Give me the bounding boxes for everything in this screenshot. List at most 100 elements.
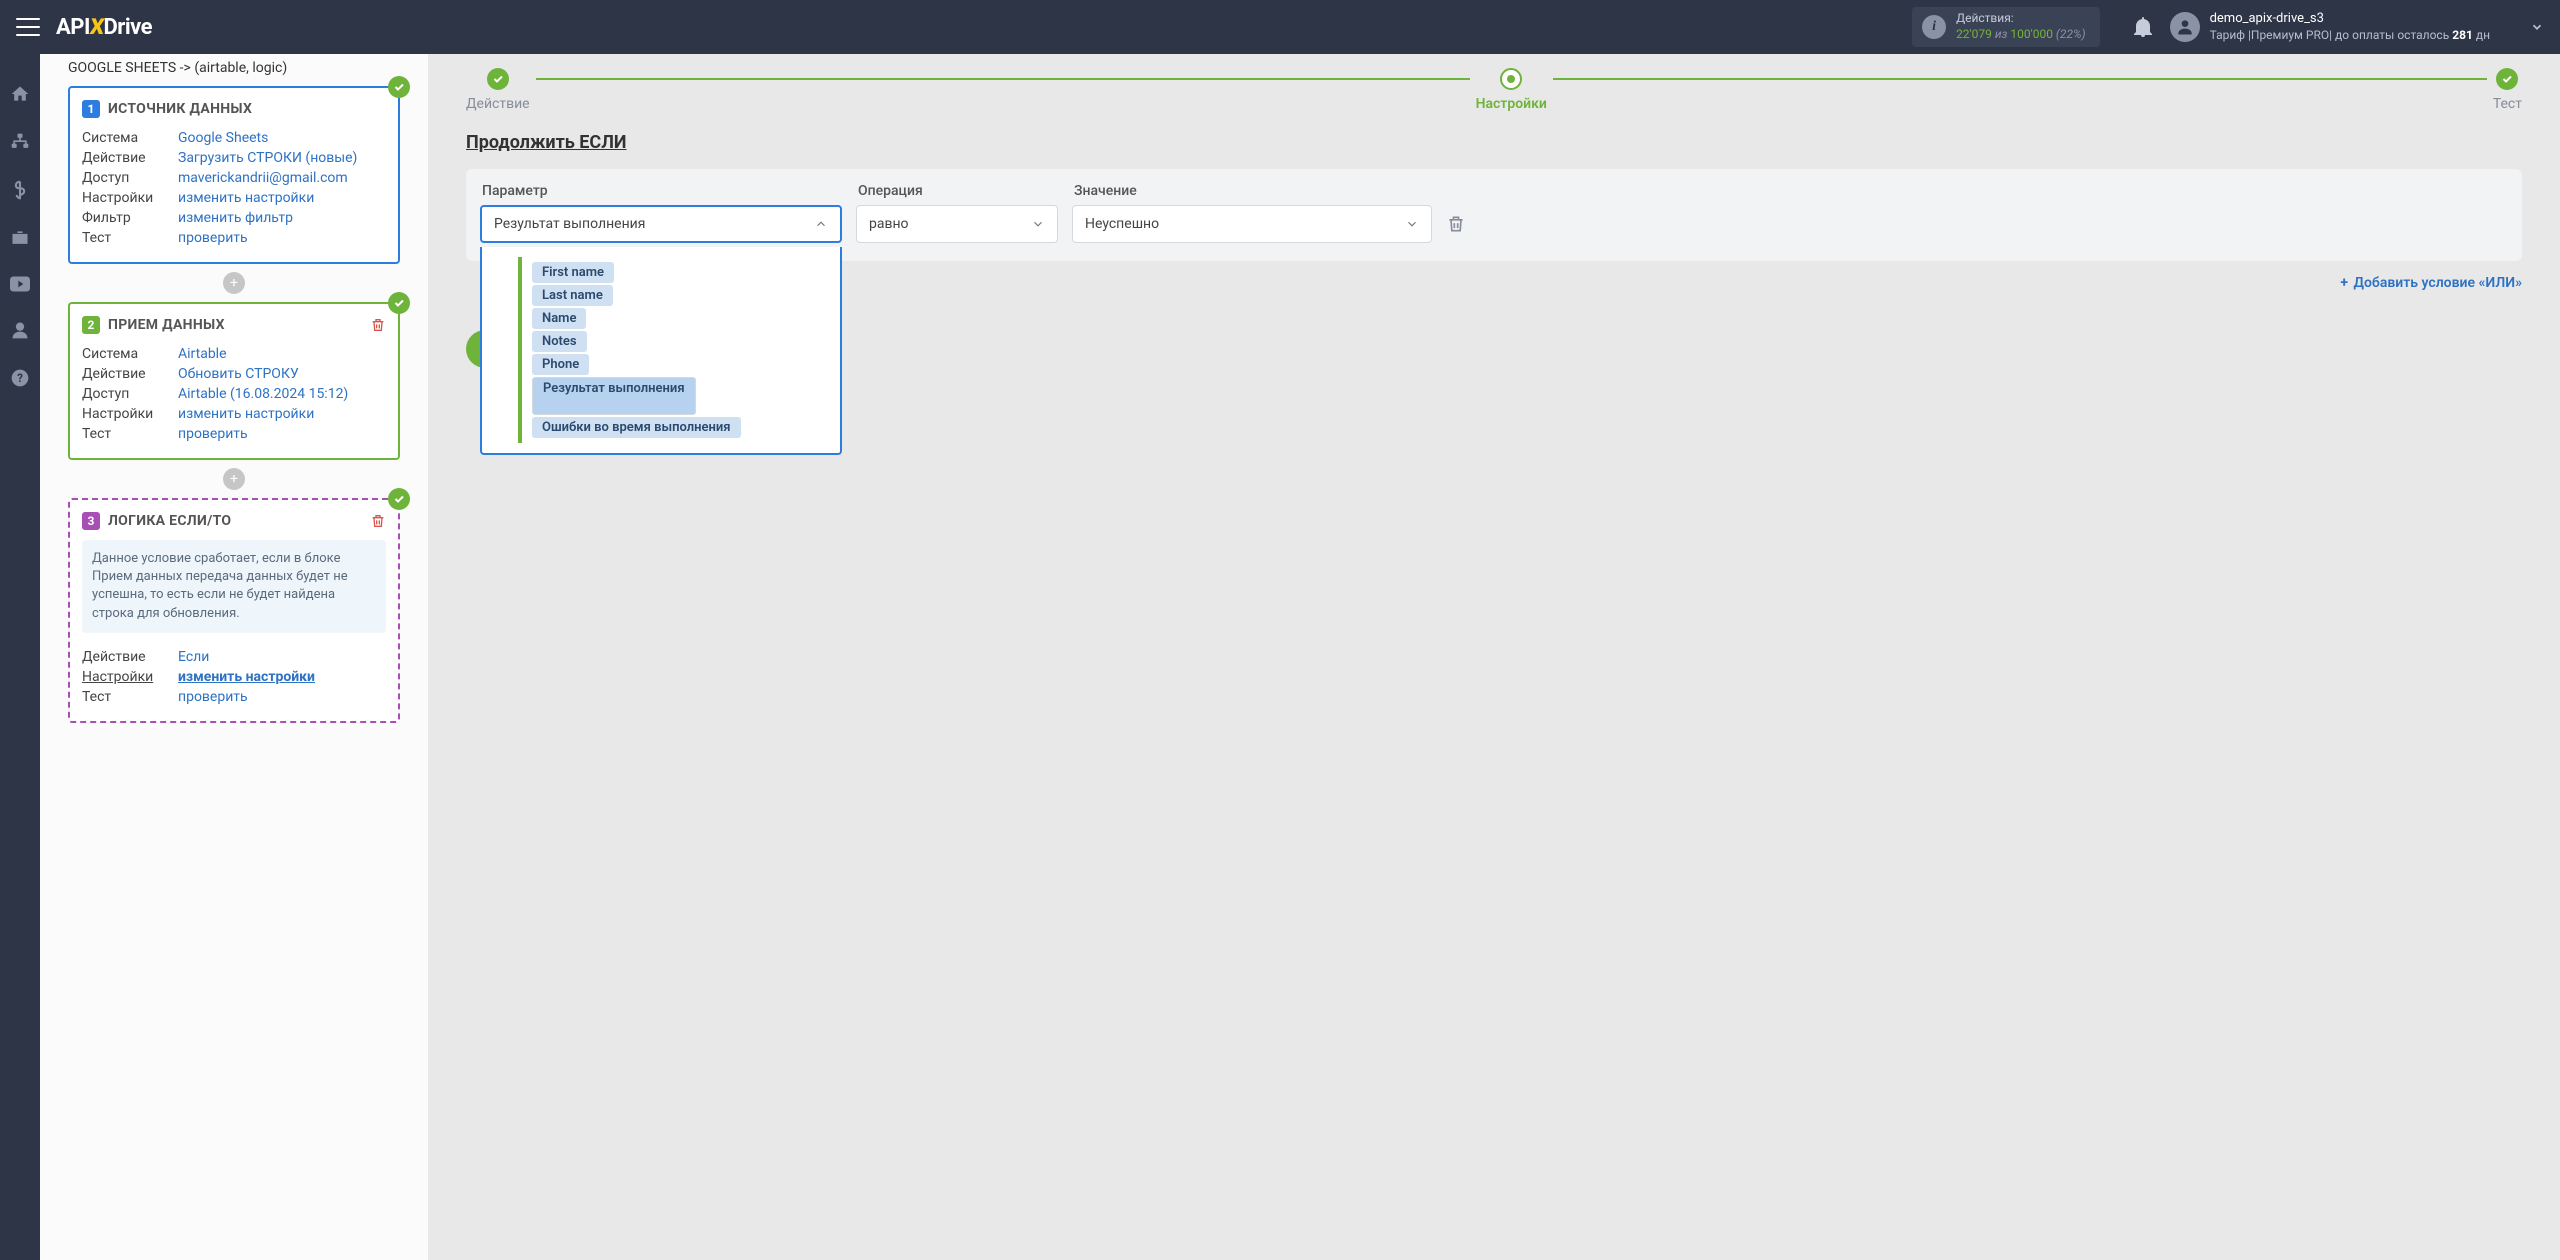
actions-quota[interactable]: i Действия: 22'079 из 100'000 (22%) xyxy=(1912,7,2100,46)
dropdown-option[interactable]: Phone xyxy=(532,354,589,375)
notifications-icon[interactable] xyxy=(2134,17,2152,37)
chevron-down-icon xyxy=(1031,217,1045,231)
tariff-line: Тариф |Премиум PRO| до оплаты осталось 2… xyxy=(2210,28,2490,44)
value-select[interactable]: Неуспешно xyxy=(1072,205,1432,243)
row-value[interactable]: проверить xyxy=(178,230,248,246)
block-row: СистемаGoogle Sheets xyxy=(82,128,386,148)
row-value[interactable]: изменить настройки xyxy=(178,190,314,206)
param-dropdown: First nameLast nameNameNotesPhoneРезульт… xyxy=(480,247,842,455)
avatar[interactable] xyxy=(2170,12,2200,42)
menu-toggle[interactable] xyxy=(16,18,40,36)
actions-values: 22'079 из 100'000 (22%) xyxy=(1956,27,2086,43)
operation-select[interactable]: равно xyxy=(856,205,1058,243)
value-label: Значение xyxy=(1072,183,1432,199)
dropdown-option[interactable]: Last name xyxy=(532,285,613,306)
block-title: ПРИЕМ ДАННЫХ xyxy=(108,317,225,333)
operation-group: Операция равно xyxy=(856,183,1058,243)
logo[interactable]: APIXDrive xyxy=(56,15,152,40)
row-value[interactable]: проверить xyxy=(178,426,248,442)
param-select[interactable]: Результат выполнения First nameLast name… xyxy=(480,205,842,243)
scenario-title: GOOGLE SHEETS -> (airtable, logic) xyxy=(68,54,400,86)
dropdown-option[interactable]: Name xyxy=(532,308,586,329)
block-row: Настройки изменить настройки xyxy=(82,667,386,687)
row-value[interactable]: Обновить СТРОКУ xyxy=(178,366,299,382)
dropdown-option[interactable]: First name xyxy=(532,262,614,283)
row-value[interactable]: Если xyxy=(178,649,209,665)
row-key: Тест xyxy=(82,426,168,442)
dropdown-option[interactable]: Notes xyxy=(532,331,587,352)
trash-icon[interactable] xyxy=(370,513,386,529)
block-title: ЛОГИКА ЕСЛИ/ТО xyxy=(108,513,231,529)
trash-icon[interactable] xyxy=(370,317,386,333)
param-label: Параметр xyxy=(480,183,842,199)
block-row: ДействиеЗагрузить СТРОКИ (новые) xyxy=(82,148,386,168)
stepper: Действие Настройки Тест xyxy=(428,54,2560,132)
block-row: ДействиеЕсли xyxy=(82,647,386,667)
param-value: Результат выполнения xyxy=(494,216,645,232)
row-key: Настройки xyxy=(82,190,168,206)
row-key: Доступ xyxy=(82,170,168,186)
row-key: Доступ xyxy=(82,386,168,402)
topbar: APIXDrive i Действия: 22'079 из 100'000 … xyxy=(0,0,2560,54)
current-step-icon xyxy=(1500,68,1522,90)
help-icon[interactable]: ? xyxy=(10,368,30,388)
block-row: Тестпроверить xyxy=(82,687,386,707)
row-key: Настройки xyxy=(82,669,168,685)
chevron-down-icon[interactable] xyxy=(2530,20,2544,34)
plus-icon: + xyxy=(2340,275,2348,291)
check-icon xyxy=(487,68,509,90)
row-value[interactable]: Google Sheets xyxy=(178,130,268,146)
check-icon xyxy=(388,488,410,510)
row-value[interactable]: проверить xyxy=(178,689,248,705)
home-icon[interactable] xyxy=(10,84,30,104)
billing-icon[interactable] xyxy=(10,180,30,200)
briefcase-icon[interactable] xyxy=(10,228,30,248)
block-logic[interactable]: 3 ЛОГИКА ЕСЛИ/ТО Данное условие сработае… xyxy=(68,498,400,723)
operation-label: Операция xyxy=(856,183,1058,199)
block-num: 3 xyxy=(82,512,100,530)
trash-icon[interactable] xyxy=(1446,213,1466,235)
step-settings[interactable]: Настройки xyxy=(1476,68,1547,112)
param-group: Параметр Результат выполнения First name… xyxy=(480,183,842,243)
block-row: Действие Обновить СТРОКУ xyxy=(82,364,386,384)
row-value[interactable]: maverickandrii@gmail.com xyxy=(178,170,348,186)
video-icon[interactable] xyxy=(10,276,30,292)
row-value[interactable]: Загрузить СТРОКИ (новые) xyxy=(178,150,357,166)
chevron-down-icon xyxy=(1405,217,1419,231)
row-value[interactable]: изменить настройки xyxy=(178,406,314,422)
step-test[interactable]: Тест xyxy=(2493,68,2522,112)
dropdown-option[interactable]: Результат выполнения xyxy=(532,377,696,415)
check-icon xyxy=(2496,68,2518,90)
row-value[interactable]: Airtable xyxy=(178,346,227,362)
block-title: ИСТОЧНИК ДАННЫХ xyxy=(108,101,252,117)
connections-icon[interactable] xyxy=(10,132,30,152)
left-panel: GOOGLE SHEETS -> (airtable, logic) 1 ИСТ… xyxy=(40,54,428,1260)
row-value[interactable]: Airtable (16.08.2024 15:12) xyxy=(178,386,348,402)
user-block[interactable]: demo_apix-drive_s3 Тариф |Премиум PRO| д… xyxy=(2210,11,2490,43)
step-action[interactable]: Действие xyxy=(466,68,530,112)
block-row: Доступ maverickandrii@gmail.com xyxy=(82,168,386,188)
actions-label: Действия: xyxy=(1956,11,2086,27)
right-panel: Действие Настройки Тест Продолжить ЕСЛИ … xyxy=(428,54,2560,1260)
condition-block: Параметр Результат выполнения First name… xyxy=(466,169,2522,261)
info-icon: i xyxy=(1922,15,1946,39)
add-block-button[interactable]: + xyxy=(223,468,245,490)
block-row: СистемаAirtable xyxy=(82,344,386,364)
row-key: Фильтр xyxy=(82,210,168,226)
row-key: Настройки xyxy=(82,406,168,422)
row-value[interactable]: изменить настройки xyxy=(178,669,315,685)
block-num: 1 xyxy=(82,100,100,118)
row-key: Действие xyxy=(82,366,168,382)
check-icon xyxy=(388,292,410,314)
user-icon[interactable] xyxy=(10,320,30,340)
block-destination[interactable]: 2 ПРИЕМ ДАННЫХ СистемаAirtable Действие Об… xyxy=(68,302,400,460)
check-icon xyxy=(388,76,410,98)
add-block-button[interactable]: + xyxy=(223,272,245,294)
svg-text:?: ? xyxy=(17,371,23,385)
block-row: Фильтр изменить фильтр xyxy=(82,208,386,228)
dropdown-option[interactable]: Ошибки во время выполнения xyxy=(532,417,741,438)
row-value[interactable]: изменить фильтр xyxy=(178,210,293,226)
section-title: Продолжить ЕСЛИ xyxy=(428,132,2560,169)
block-num: 2 xyxy=(82,316,100,334)
block-source[interactable]: 1 ИСТОЧНИК ДАННЫХ СистемаGoogle SheetsДе… xyxy=(68,86,400,264)
